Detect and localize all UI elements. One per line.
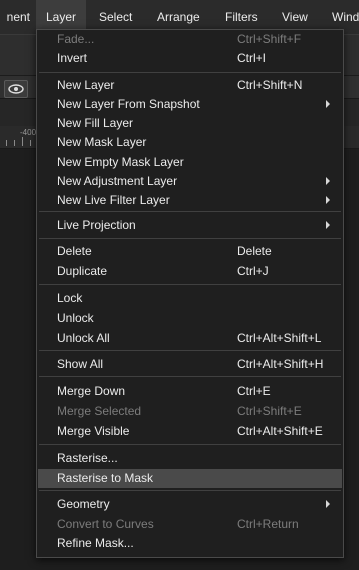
menu-item-label: Show All xyxy=(57,357,104,371)
menu-item-show-all[interactable]: Show All Ctrl+Alt+Shift+H xyxy=(38,355,342,374)
menu-item-label: Lock xyxy=(57,291,83,305)
submenu-arrow-icon xyxy=(326,177,330,185)
menu-item-refine-mask[interactable]: Refine Mask... xyxy=(38,534,342,553)
menu-item-label: Unlock All xyxy=(57,331,110,345)
menu-item-merge-visible[interactable]: Merge Visible Ctrl+Alt+Shift+E xyxy=(38,422,342,441)
ruler-tick xyxy=(30,140,31,146)
menu-item-new-layer[interactable]: New Layer Ctrl+Shift+N xyxy=(38,76,342,95)
menu-item-label: Convert to Curves xyxy=(57,517,154,531)
menu-item-shortcut: Ctrl+Alt+Shift+L xyxy=(237,331,322,345)
menu-arrangement-partial[interactable]: nent xyxy=(0,0,30,34)
menu-item-new-mask-layer[interactable]: New Mask Layer xyxy=(38,133,342,152)
menu-item-shortcut: Ctrl+Shift+N xyxy=(237,78,303,92)
menu-item-merge-down[interactable]: Merge Down Ctrl+E xyxy=(38,382,342,401)
eye-icon xyxy=(8,84,24,94)
menu-separator xyxy=(39,284,341,285)
menu-item-label: Geometry xyxy=(57,497,110,511)
menu-item-label: Live Projection xyxy=(57,218,136,232)
menu-item-invert[interactable]: Invert Ctrl+I xyxy=(38,49,342,68)
visibility-button[interactable] xyxy=(4,80,28,98)
menu-item-label: New Mask Layer xyxy=(57,135,147,149)
menu-item-duplicate[interactable]: Duplicate Ctrl+J xyxy=(38,262,342,281)
ruler-tick xyxy=(6,140,7,146)
menu-item-new-empty-mask-layer[interactable]: New Empty Mask Layer xyxy=(38,153,342,172)
menu-separator xyxy=(39,444,341,445)
menu-item-label: New Layer xyxy=(57,78,115,92)
submenu-arrow-icon xyxy=(326,500,330,508)
ruler-tick xyxy=(14,140,15,146)
menu-item-label: New Live Filter Layer xyxy=(57,193,170,207)
menu-item-label: Merge Selected xyxy=(57,404,142,418)
menu-item-label: Rasterise... xyxy=(57,451,118,465)
menu-item-unlock[interactable]: Unlock xyxy=(38,309,342,328)
menu-item-label: New Layer From Snapshot xyxy=(57,97,200,111)
menu-item-convert-to-curves[interactable]: Convert to Curves Ctrl+Return xyxy=(38,515,342,534)
submenu-arrow-icon xyxy=(326,221,330,229)
menu-item-label: Unlock xyxy=(57,311,94,325)
menu-item-shortcut: Ctrl+Alt+Shift+E xyxy=(237,424,323,438)
menu-separator xyxy=(39,490,341,491)
menu-item-rasterise[interactable]: Rasterise... xyxy=(38,449,342,468)
menu-item-new-live-filter-layer[interactable]: New Live Filter Layer xyxy=(38,191,342,210)
menu-item-unlock-all[interactable]: Unlock All Ctrl+Alt+Shift+L xyxy=(38,329,342,348)
menu-item-shortcut: Ctrl+Return xyxy=(237,517,299,531)
layer-menu: Fade... Ctrl+Shift+F Invert Ctrl+I New Layer… xyxy=(36,29,344,558)
menu-item-merge-selected[interactable]: Merge Selected Ctrl+Shift+E xyxy=(38,402,342,421)
menu-separator xyxy=(39,376,341,377)
menu-item-label: Rasterise to Mask xyxy=(57,471,154,485)
menu-item-fade[interactable]: Fade... Ctrl+Shift+F xyxy=(38,30,342,49)
menu-item-shortcut: Ctrl+Shift+F xyxy=(237,32,302,46)
menu-separator xyxy=(39,72,341,73)
menu-item-lock[interactable]: Lock xyxy=(38,289,342,308)
menu-item-label: Duplicate xyxy=(57,264,108,278)
menu-item-geometry[interactable]: Geometry xyxy=(38,495,342,514)
menu-item-shortcut: Ctrl+Alt+Shift+H xyxy=(237,357,324,371)
menu-item-label: Invert xyxy=(57,51,88,65)
menu-item-label: New Fill Layer xyxy=(57,116,134,130)
menu-item-label: New Adjustment Layer xyxy=(57,174,178,188)
menu-item-label: New Empty Mask Layer xyxy=(57,155,184,169)
menu-item-new-fill-layer[interactable]: New Fill Layer xyxy=(38,114,342,133)
menu-item-live-projection[interactable]: Live Projection xyxy=(38,216,342,235)
ruler-tick xyxy=(22,137,23,146)
menu-item-shortcut: Ctrl+J xyxy=(237,264,269,278)
menu-item-label: Refine Mask... xyxy=(57,536,134,550)
submenu-arrow-icon xyxy=(326,100,330,108)
menu-item-new-adjustment-layer[interactable]: New Adjustment Layer xyxy=(38,172,342,191)
menu-item-shortcut: Ctrl+Shift+E xyxy=(237,404,302,418)
menu-item-shortcut: Ctrl+E xyxy=(237,384,271,398)
menu-item-label: Merge Visible xyxy=(57,424,130,438)
menu-item-shortcut: Delete xyxy=(237,244,272,258)
menu-item-label: Delete xyxy=(57,244,92,258)
submenu-arrow-icon xyxy=(326,196,330,204)
menu-separator xyxy=(39,350,341,351)
menu-item-delete[interactable]: Delete Delete xyxy=(38,242,342,261)
menu-item-label: Merge Down xyxy=(57,384,126,398)
menu-separator xyxy=(39,238,341,239)
menu-separator xyxy=(39,211,341,212)
ruler-label: -400 xyxy=(20,128,37,137)
menu-item-rasterise-to-mask[interactable]: Rasterise to Mask xyxy=(38,469,342,488)
menu-item-new-layer-from-snapshot[interactable]: New Layer From Snapshot xyxy=(38,95,342,114)
menu-item-shortcut: Ctrl+I xyxy=(237,51,267,65)
menu-item-label: Fade... xyxy=(57,32,95,46)
